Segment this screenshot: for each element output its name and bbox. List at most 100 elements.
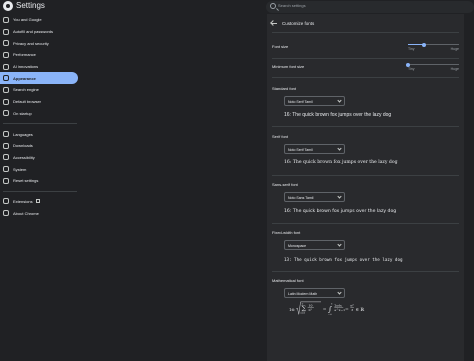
sidebar-item-label: Downloads — [13, 143, 33, 149]
select-value: Monospace — [288, 243, 307, 248]
sidebar-item-accessibility[interactable]: Accessibility — [0, 152, 78, 164]
standard-font-select[interactable]: Noto Serif Tamil — [284, 96, 345, 106]
fixed-width-font-select[interactable]: Monospace — [284, 240, 345, 250]
sidebar-item-languages[interactable]: Languages — [0, 128, 78, 140]
app-title: Settings — [16, 1, 45, 10]
fixed-width-font-sample: 13: The quick brown fox jumps over the l… — [284, 257, 403, 262]
chrome-logo-icon — [3, 1, 13, 11]
math-formula-sample: 16: ∑ ∞ n=1 10 n² = ∫ ∞ −∞ 2xdx e^x−1 = … — [289, 301, 365, 316]
sidebar-item-appearance[interactable]: Appearance — [0, 72, 78, 85]
divider — [272, 32, 459, 33]
mathematical-font-select[interactable]: Latin Modern Math — [284, 288, 345, 298]
chrome-icon — [3, 210, 9, 217]
external-link-icon — [35, 199, 40, 204]
sidebar-item-label: Performance — [13, 52, 36, 58]
svg-text:π²: π² — [350, 303, 354, 307]
shield-icon — [3, 40, 9, 47]
sidebar-item-downloads[interactable]: Downloads — [0, 140, 78, 152]
sidebar-item-label: About Chrome — [13, 210, 39, 216]
serif-font-label: Serif font — [272, 134, 289, 139]
svg-text:n=1: n=1 — [301, 311, 306, 314]
sidebar-item-performance[interactable]: Performance — [0, 49, 78, 61]
browser-icon — [3, 98, 9, 105]
sidebar-item-label: System — [13, 166, 27, 172]
standard-font-label: Standard font — [272, 86, 297, 91]
minimum-font-size-slider[interactable]: Tiny Huge — [406, 61, 459, 71]
sidebar-item-label: Reset settings — [13, 178, 39, 184]
slider-thumb[interactable] — [406, 62, 410, 67]
sidebar-item-privacy[interactable]: Privacy and security — [0, 37, 78, 49]
download-icon — [3, 142, 9, 149]
sidebar-item-autofill[interactable]: Autofill and passwords — [0, 26, 78, 38]
svg-text:2xdx: 2xdx — [334, 303, 342, 307]
chevron-down-icon — [337, 290, 342, 295]
panel-header: Customize fonts — [271, 18, 314, 28]
svg-text:∈ ℝ: ∈ ℝ — [356, 307, 365, 313]
divider — [272, 58, 459, 59]
divider — [272, 271, 459, 272]
sidebar-item-default-browser[interactable]: Default browser — [0, 96, 78, 108]
math-sample-prefix: 16: — [289, 307, 295, 312]
standard-font-sample: 16: The quick brown fox jumps over the l… — [284, 112, 392, 118]
sidebar-item-label: Privacy and security — [13, 40, 49, 46]
slider-max-label: Huge — [450, 47, 459, 51]
top-bar: Settings Search settings — [0, 0, 474, 14]
svg-text:e^x−1: e^x−1 — [334, 308, 345, 312]
puzzle-icon — [3, 198, 9, 205]
accessibility-icon — [3, 154, 9, 161]
sidebar: You and Google Autofill and passwords Pr… — [0, 14, 78, 219]
fixed-width-font-label: Fixed-width font — [272, 230, 301, 235]
serif-font-sample: 16: The quick brown fox jumps over the l… — [284, 160, 398, 165]
sans-serif-font-sample: 16: The quick brown fox jumps over the l… — [284, 209, 397, 214]
palette-icon — [3, 75, 9, 82]
sidebar-item-label: Default browser — [13, 99, 42, 105]
sidebar-item-extensions[interactable]: Extensions — [0, 196, 78, 208]
person-icon — [3, 16, 9, 23]
back-arrow-icon[interactable] — [271, 20, 277, 26]
chevron-down-icon — [337, 146, 342, 151]
slider-track — [408, 64, 459, 65]
svg-text:−∞: −∞ — [328, 313, 332, 316]
sidebar-item-reset-settings[interactable]: Reset settings — [0, 175, 78, 187]
page-title: Customize fonts — [282, 20, 315, 26]
sidebar-divider — [3, 123, 77, 125]
svg-text:∫: ∫ — [327, 305, 332, 314]
divider — [272, 126, 459, 127]
wrench-icon — [3, 166, 9, 173]
sidebar-item-label: AI innovations — [13, 64, 39, 70]
select-value: Noto Sans Tamil — [288, 195, 314, 200]
sidebar-item-ai-innovations[interactable]: AI innovations — [0, 61, 78, 73]
sidebar-item-about-chrome[interactable]: About Chrome — [0, 207, 78, 219]
select-value: Noto Serif Tamil — [288, 147, 313, 152]
reset-icon — [3, 177, 9, 184]
clipboard-icon — [3, 28, 9, 35]
sans-serif-font-select[interactable]: Noto Sans Tamil — [284, 192, 345, 202]
sidebar-item-on-startup[interactable]: On startup — [0, 108, 78, 120]
translate-icon — [3, 131, 9, 138]
divider — [272, 175, 459, 176]
font-size-slider[interactable]: Tiny Huge — [408, 41, 459, 51]
sidebar-item-label: Languages — [13, 131, 33, 137]
svg-text:=: = — [345, 308, 349, 313]
serif-font-select[interactable]: Noto Serif Tamil — [284, 144, 345, 154]
sidebar-divider — [3, 190, 77, 192]
sidebar-item-label: On startup — [13, 110, 32, 116]
select-value: Noto Serif Tamil — [288, 99, 313, 104]
divider — [272, 223, 459, 224]
sidebar-item-search-engine[interactable]: Search engine — [0, 84, 78, 96]
chevron-down-icon — [337, 242, 342, 247]
search-input[interactable]: Search settings — [278, 3, 306, 8]
sidebar-item-you-and-google[interactable]: You and Google — [0, 14, 78, 26]
power-icon — [3, 110, 9, 117]
speedometer-icon — [3, 51, 9, 58]
sidebar-item-system[interactable]: System — [0, 163, 78, 175]
sidebar-item-label: Accessibility — [13, 154, 35, 160]
slider-min-label: Tiny — [408, 67, 415, 71]
customize-fonts-panel: Customize fonts Font size Tiny Huge Mini… — [267, 14, 464, 361]
chevron-down-icon — [337, 194, 342, 199]
minimum-font-size-label: Minimum font size — [272, 64, 305, 69]
sidebar-item-label: Appearance — [13, 75, 36, 81]
slider-thumb[interactable] — [422, 42, 427, 47]
search-box[interactable]: Search settings — [266, 1, 474, 13]
mathematical-font-label: Mathematical font — [272, 278, 304, 283]
